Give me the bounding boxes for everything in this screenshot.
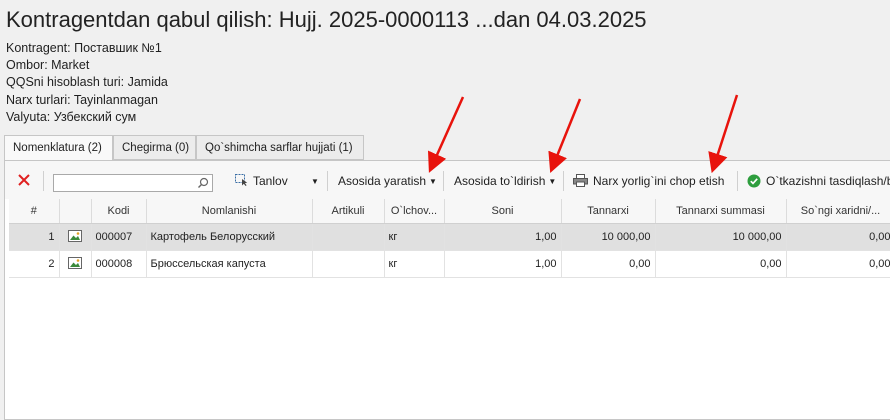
search-icon <box>198 177 209 188</box>
row-artikul[interactable] <box>312 223 385 251</box>
col-header-artikuli[interactable]: Artikuli <box>312 199 385 224</box>
chevron-down-icon: ▼ <box>311 177 319 186</box>
info-vat-mode: QQSni hisoblash turi: Jamida <box>6 75 168 90</box>
col-header-kodi[interactable]: Kodi <box>91 199 147 224</box>
tanlov-button[interactable]: Tanlov <box>235 170 288 192</box>
info-currency: Valyuta: Узбекский сум <box>6 109 137 124</box>
tab-nomenklatura[interactable]: Nomenklatura (2) <box>4 135 113 161</box>
col-header-image[interactable] <box>59 199 92 224</box>
row-cost[interactable]: 0,00 <box>561 250 656 278</box>
asosida-toldirish-label: Asosida to`ldirish <box>454 174 546 188</box>
asosida-yaratish-button[interactable]: Asosida yaratish ▼ <box>338 170 437 192</box>
row-image-cell[interactable] <box>59 223 92 251</box>
row-kodi[interactable]: 000007 <box>91 223 147 251</box>
row-cost-sum[interactable]: 10 000,00 <box>655 223 787 251</box>
nomenclature-panel: Tanlov ▼ Asosida yaratish ▼ Asosida to`ld… <box>4 160 890 420</box>
row-cost-sum[interactable]: 0,00 <box>655 250 787 278</box>
tanlov-dropdown-button[interactable]: ▼ <box>308 170 319 192</box>
close-icon <box>18 174 30 186</box>
col-header-index[interactable]: # <box>9 199 60 224</box>
document-info: Kontragent: Поставшик №1 Ombor: Market Q… <box>6 40 168 126</box>
print-price-tag-button[interactable]: Narx yorlig`ini chop etish <box>573 170 724 192</box>
col-header-soni[interactable]: Soni <box>444 199 562 224</box>
row-name[interactable]: Брюссельская капуста <box>146 250 313 278</box>
check-circle-icon <box>747 174 761 188</box>
search-field[interactable] <box>53 174 213 193</box>
asosida-toldirish-button[interactable]: Asosida to`ldirish ▼ <box>454 170 556 192</box>
table-row[interactable]: 2 000008 Брюссельская капуста кг 1,00 0,… <box>9 250 890 278</box>
asosida-yaratish-label: Asosida yaratish <box>338 174 427 188</box>
delete-button[interactable] <box>17 172 31 194</box>
tab-extra-expenses[interactable]: Qo`shimcha sarflar hujjati (1) <box>196 135 364 160</box>
col-header-tannarxi-summasi[interactable]: Tannarxi summasi <box>655 199 787 224</box>
col-header-nomlanishi[interactable]: Nomlanishi <box>146 199 313 224</box>
document-title: Kontragentdan qabul qilish: Hujj. 2025-0… <box>6 7 647 32</box>
row-image-cell[interactable] <box>59 250 92 278</box>
search-input[interactable] <box>54 177 198 193</box>
row-cost[interactable]: 10 000,00 <box>561 223 656 251</box>
confirm-transfer-label: O`tkazishni tasdiqlash/b <box>766 174 890 188</box>
annotation-arrow-asosida-toldirish <box>548 98 582 173</box>
annotation-arrow-asosida-yaratish <box>428 96 465 173</box>
toolbar: Tanlov ▼ Asosida yaratish ▼ Asosida to`ld… <box>5 161 890 199</box>
chevron-down-icon: ▼ <box>548 177 557 186</box>
info-price-type: Narx turlari: Tayinlanmagan <box>6 92 158 107</box>
row-index: 2 <box>9 250 60 278</box>
info-warehouse: Ombor: Market <box>6 58 90 73</box>
info-counterparty: Kontragent: Поставшик №1 <box>6 41 162 55</box>
confirm-transfer-button[interactable]: O`tkazishni tasdiqlash/b <box>747 170 890 192</box>
annotation-arrow-narx-yorligi <box>708 94 739 174</box>
table-header-row: # Kodi Nomlanishi Artikuli O`lchov... So… <box>9 199 890 224</box>
printer-icon <box>573 174 588 187</box>
row-unit[interactable]: кг <box>384 223 445 251</box>
row-quantity[interactable]: 1,00 <box>444 250 562 278</box>
nomenclature-table: # Kodi Nomlanishi Artikuli O`lchov... So… <box>9 199 890 278</box>
row-last-purchase[interactable]: 0,00 <box>786 250 890 278</box>
col-header-tannarxi[interactable]: Tannarxi <box>561 199 656 224</box>
row-quantity[interactable]: 1,00 <box>444 223 562 251</box>
tab-chegirma[interactable]: Chegirma (0) <box>113 135 196 160</box>
row-unit[interactable]: кг <box>384 250 445 278</box>
tanlov-label: Tanlov <box>253 174 288 188</box>
row-index: 1 <box>9 223 60 251</box>
row-kodi[interactable]: 000008 <box>91 250 147 278</box>
print-price-tag-label: Narx yorlig`ini chop etish <box>593 174 725 188</box>
row-last-purchase[interactable]: 0,00 <box>786 223 890 251</box>
selection-icon <box>235 174 248 186</box>
row-name[interactable]: Картофель Белорусский <box>146 223 313 251</box>
row-artikul[interactable] <box>312 250 385 278</box>
col-header-olchov[interactable]: O`lchov... <box>384 199 445 224</box>
table-row[interactable]: 1 000007 Картофель Белорусский кг 1,00 1… <box>9 223 890 251</box>
chevron-down-icon: ▼ <box>429 177 437 186</box>
col-header-last-purchase[interactable]: So`ngi xaridni/... <box>786 199 890 224</box>
image-icon <box>68 229 82 242</box>
image-icon <box>68 256 82 269</box>
